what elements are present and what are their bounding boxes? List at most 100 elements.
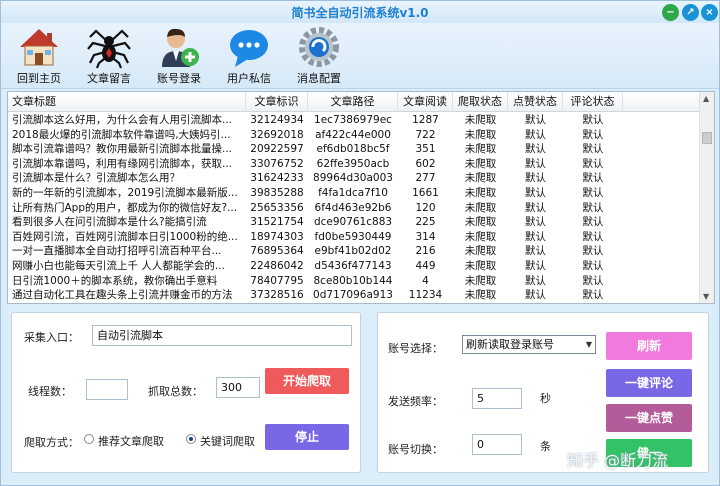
cell-reads: 216 — [415, 245, 436, 258]
account-select[interactable]: 刷新读取登录账号 ▼ — [462, 335, 596, 354]
app-window: 简书全自动引流系统v1.0 − ↗ × 回到主页 文章留言 账号登录 用户私信 … — [0, 0, 720, 486]
table-row[interactable]: 一对一直播脚本全自动打招呼引流百种平台... 76895364 e9bf41b02d… — [8, 244, 700, 259]
table-row[interactable]: 引流脚本这么好用，为什么会有人用引流脚本... 32124934 1ec738697… — [8, 113, 700, 128]
cell-like-status: 默认 — [525, 157, 546, 170]
scroll-up-icon[interactable]: ▲ — [703, 94, 709, 103]
column-header-title[interactable]: 文章标题 — [8, 92, 246, 112]
cell-id: 76895364 — [250, 245, 304, 258]
column-header-crawl-status[interactable]: 爬取状态 — [453, 92, 508, 112]
cell-title: 新的一年新的引流脚本，2019引流脚本最新版... — [12, 187, 238, 199]
maximize-button[interactable]: ↗ — [682, 4, 699, 21]
column-header-path[interactable]: 文章路径 — [308, 92, 398, 112]
cell-path: e9bf41b02d02 — [314, 245, 392, 258]
cell-comment-status: 默认 — [582, 128, 604, 141]
radio-recommend[interactable] — [84, 434, 94, 444]
cell-like-status: 默认 — [525, 201, 546, 214]
close-button[interactable]: × — [701, 4, 718, 21]
cell-like-status: 默认 — [525, 245, 546, 258]
toolbar-settings[interactable]: 消息配置 — [293, 25, 345, 86]
cell-reads: 225 — [415, 216, 436, 229]
cell-comment-status: 默认 — [582, 245, 604, 258]
cell-title: 网赚小白也能每天引流上千 人人都能学会的... — [12, 260, 225, 272]
cell-crawl-status: 未爬取 — [464, 172, 497, 185]
table-scrollbar[interactable]: ▲ ▼ — [699, 92, 714, 303]
cell-id: 20922597 — [250, 143, 304, 156]
one-click-comment-button[interactable]: 一键评论 — [606, 369, 692, 397]
cell-comment-status: 默认 — [582, 230, 604, 243]
scroll-thumb[interactable] — [702, 132, 712, 144]
chat-icon — [226, 25, 272, 69]
cell-reads: 4 — [422, 274, 429, 287]
column-header-reads[interactable]: 文章阅读 — [398, 92, 453, 112]
table-row[interactable]: 日引流1000＋的脚本系统，教你确出手意料 78407795 8ce80b10b14… — [8, 274, 700, 289]
cell-reads: 722 — [415, 128, 436, 141]
cell-path: af422c44e000 — [315, 128, 391, 141]
column-header-like-status[interactable]: 点赞状态 — [508, 92, 563, 112]
article-table[interactable]: 文章标题 文章标识 文章路径 文章阅读 爬取状态 点赞状态 评论状态 引流脚本这… — [7, 91, 715, 304]
toolbar-messages[interactable]: 用户私信 — [223, 25, 275, 86]
frequency-label: 发送频率： — [388, 395, 443, 408]
start-crawl-button[interactable]: 开始爬取 — [265, 368, 349, 394]
cell-path: f4fa1dca7f10 — [318, 187, 388, 199]
threads-label: 线程数： — [28, 385, 72, 398]
cell-comment-status: 默认 — [582, 157, 604, 170]
table-row[interactable]: 通过自动化工具在趣头条上引流并赚金币的方法 37328516 0d717096a91… — [8, 288, 700, 303]
column-header-id[interactable]: 文章标识 — [246, 92, 308, 112]
radio-keyword-label[interactable]: 关键词爬取 — [200, 433, 255, 449]
table-row[interactable]: 脚本引流靠谱吗？教你用最新引流脚本批量操... 20922597 ef6db018b… — [8, 142, 700, 157]
table-row[interactable]: 让所有热门App的用户，都成为你的微信好友?... 25653356 6f4d463… — [8, 201, 700, 216]
cell-id: 18974303 — [250, 230, 304, 243]
toolbar-comments[interactable]: 文章留言 — [83, 25, 135, 86]
toolbar-label: 文章留言 — [87, 72, 131, 85]
cell-title: 引流脚本这么好用，为什么会有人用引流脚本... — [12, 114, 233, 126]
cell-like-status: 默认 — [525, 143, 546, 156]
cell-crawl-status: 未爬取 — [464, 245, 497, 258]
cell-crawl-status: 未爬取 — [464, 230, 497, 243]
radio-recommend-label[interactable]: 推荐文章爬取 — [98, 433, 164, 449]
scroll-down-icon[interactable]: ▼ — [703, 292, 709, 301]
switch-label: 账号切换： — [388, 443, 443, 456]
cell-like-status: 默认 — [525, 172, 546, 185]
refresh-button[interactable]: 刷新 — [606, 332, 692, 360]
stop-button[interactable]: 停止 — [265, 424, 349, 450]
cell-comment-status: 默认 — [582, 172, 604, 185]
cell-title: 看到很多人在问引流脚本是什么?能搞引流 — [12, 216, 207, 229]
cell-id: 39835288 — [250, 187, 304, 199]
cell-id: 37328516 — [250, 289, 304, 302]
cell-crawl-status: 未爬取 — [464, 260, 497, 272]
table-row[interactable]: 百姓网引流，百姓网引流脚本日引1000粉的绝... 18974303 fd0be59… — [8, 230, 700, 245]
switch-input[interactable]: 0 — [472, 434, 522, 455]
table-row[interactable]: 引流脚本是什么？引流脚本怎么用？ 31624233 89964d30a003 277 未… — [8, 171, 700, 186]
cell-like-status: 默认 — [525, 216, 546, 229]
table-row[interactable]: 网赚小白也能每天引流上千 人人都能学会的... 22486042 d5436f477… — [8, 259, 700, 274]
total-input[interactable]: 300 — [216, 377, 260, 398]
cell-path: 62ffe3950acb — [316, 157, 390, 170]
toolbar-home[interactable]: 回到主页 — [13, 25, 65, 86]
toolbar-login[interactable]: 账号登录 — [153, 25, 205, 86]
collect-input[interactable]: 自动引流脚本 — [92, 325, 352, 346]
one-click-like-button[interactable]: 一键点赞 — [606, 404, 692, 432]
table-row[interactable]: 新的一年新的引流脚本，2019引流脚本最新版... 39835288 f4fa1dc… — [8, 186, 700, 201]
frequency-input[interactable]: 5 — [472, 388, 522, 409]
cell-id: 32692018 — [250, 128, 304, 141]
cell-id: 31624233 — [250, 172, 304, 185]
minimize-button[interactable]: − — [662, 4, 679, 21]
cell-id: 32124934 — [250, 114, 304, 126]
radio-keyword[interactable] — [186, 434, 196, 444]
table-row[interactable]: 看到很多人在问引流脚本是什么?能搞引流 31521754 dce90761c883 2… — [8, 215, 700, 230]
table-row[interactable]: 2018最火爆的引流脚本软件靠谱吗,大姨妈引... 32692018 af422c4… — [8, 128, 700, 143]
cell-crawl-status: 未爬取 — [464, 128, 497, 141]
cell-path: 6f4d463e92b6 — [314, 201, 392, 214]
toolbar-label: 消息配置 — [297, 72, 341, 85]
cell-like-status: 默认 — [525, 289, 546, 302]
threads-input[interactable] — [86, 379, 128, 400]
table-header: 文章标题 文章标识 文章路径 文章阅读 爬取状态 点赞状态 评论状态 — [8, 92, 700, 112]
column-header-comment-status[interactable]: 评论状态 — [563, 92, 623, 112]
home-icon — [16, 25, 62, 69]
toolbar: 回到主页 文章留言 账号登录 用户私信 消息配置 — [1, 23, 719, 89]
cell-comment-status: 默认 — [582, 114, 604, 126]
cell-id: 25653356 — [250, 201, 304, 214]
cell-reads: 1661 — [412, 187, 439, 199]
cell-id: 22486042 — [250, 260, 304, 272]
table-row[interactable]: 引流脚本靠谱吗，利用有缘网引流脚本，获取... 33076752 62ffe3950… — [8, 157, 700, 172]
